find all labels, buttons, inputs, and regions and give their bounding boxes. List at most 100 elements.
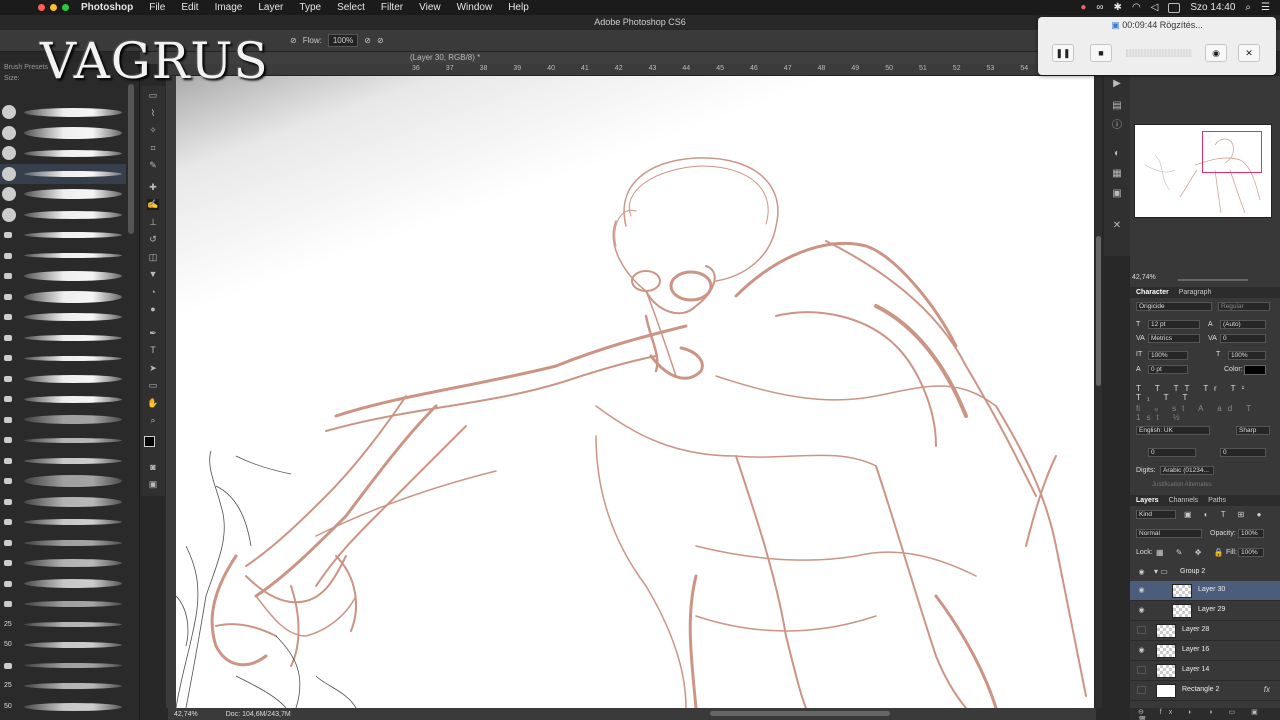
tab-channels[interactable]: Channels xyxy=(1169,497,1199,504)
pen-tool-icon[interactable]: ✒ xyxy=(147,328,159,339)
layer-row[interactable]: Rectangle 2 fx xyxy=(1130,681,1280,701)
document-canvas[interactable] xyxy=(176,76,1094,708)
visibility-eye-icon[interactable]: ◉ xyxy=(1137,646,1146,654)
layer-thumbnail[interactable] xyxy=(1156,624,1176,638)
tool-presets-icon[interactable]: ✕ xyxy=(1111,220,1123,232)
font-size-field[interactable]: 12 pt xyxy=(1148,320,1200,329)
navigator-view-box[interactable] xyxy=(1202,131,1262,173)
zoom-window-icon[interactable] xyxy=(62,4,69,11)
pressure-icon[interactable]: ⊘ xyxy=(364,36,371,45)
hand-tool-icon[interactable]: ✋ xyxy=(147,398,159,409)
layer-name[interactable]: Layer 30 xyxy=(1198,586,1225,593)
brush-preset[interactable] xyxy=(0,574,126,594)
brush-preset[interactable] xyxy=(0,143,126,163)
brush-preset[interactable] xyxy=(0,123,126,143)
brush-preset[interactable] xyxy=(0,307,126,327)
window-controls[interactable] xyxy=(38,4,69,11)
blur-tool-icon[interactable]: ◔ xyxy=(147,287,159,298)
history-brush-tool-icon[interactable]: ↺ xyxy=(147,234,159,245)
text-color-swatch[interactable] xyxy=(1244,365,1266,375)
brush-preset[interactable] xyxy=(0,163,126,184)
brush-preset[interactable] xyxy=(0,184,126,204)
brush-preset[interactable]: 25 xyxy=(0,676,126,696)
crop-tool-icon[interactable]: ⌗ xyxy=(147,143,159,154)
layer-name[interactable]: Layer 28 xyxy=(1182,626,1209,633)
opentype-buttons[interactable]: ﬁ ℴ st A ad T 1st ½ xyxy=(1136,404,1272,422)
shape-tool-icon[interactable]: ▭ xyxy=(147,380,159,391)
brush-preset[interactable] xyxy=(0,389,126,409)
menu-type[interactable]: Type xyxy=(299,2,321,13)
layer-name[interactable]: Rectangle 2 xyxy=(1182,686,1219,693)
bluetooth-icon[interactable]: ✱ xyxy=(1114,2,1122,13)
brush-preset[interactable] xyxy=(0,287,126,307)
spotlight-search-icon[interactable]: ⌕ xyxy=(1245,2,1251,13)
layer-row[interactable]: ◉ Layer 16 xyxy=(1130,641,1280,661)
brush-preset[interactable] xyxy=(0,266,126,286)
quick-select-tool-icon[interactable]: ✧ xyxy=(147,125,159,136)
webcam-button[interactable]: ◉ xyxy=(1205,44,1227,62)
folder-icon[interactable]: ▾ ▭ xyxy=(1154,567,1168,576)
visibility-eye-icon[interactable]: ◉ xyxy=(1137,586,1146,594)
brush-preset[interactable]: 50 xyxy=(0,697,126,717)
styles-icon[interactable]: ▣ xyxy=(1111,188,1123,200)
lock-buttons[interactable]: ▦ ✎ ✥ 🔒 xyxy=(1156,548,1229,557)
layer-thumbnail[interactable] xyxy=(1172,604,1192,618)
justification-alternates[interactable]: Justification Alternates xyxy=(1152,482,1212,488)
brush-tool-icon[interactable]: ✍ xyxy=(147,199,159,210)
vertical-scale-field[interactable]: 100% xyxy=(1148,351,1188,360)
brush-preset[interactable] xyxy=(0,492,126,512)
foreground-color-swatch[interactable] xyxy=(144,436,155,447)
layer-filter-select[interactable]: Kind xyxy=(1136,510,1176,519)
swatches-icon[interactable]: ▦ xyxy=(1111,168,1123,180)
navigator-preview[interactable] xyxy=(1134,124,1272,218)
eraser-tool-icon[interactable]: ◫ xyxy=(147,252,159,263)
baseline-field[interactable]: 0 pt xyxy=(1148,365,1188,374)
close-window-icon[interactable] xyxy=(38,4,45,11)
antialias-select[interactable]: Sharp xyxy=(1236,426,1270,435)
vertical-scrollbar[interactable] xyxy=(1095,76,1102,708)
play-action-icon[interactable]: ▶ xyxy=(1111,78,1123,90)
visibility-eye-icon[interactable]: ◉ xyxy=(1137,568,1146,576)
visibility-eye-icon[interactable]: ◉ xyxy=(1137,606,1146,614)
minimize-window-icon[interactable] xyxy=(50,4,57,11)
brush-preset[interactable] xyxy=(0,369,126,389)
brush-preset[interactable] xyxy=(0,328,126,348)
visibility-eye-icon[interactable] xyxy=(1137,686,1146,694)
blend-mode-select[interactable]: Normal xyxy=(1136,529,1202,538)
layer-filter-icons[interactable]: ▣ ◐ T ⊞ ● xyxy=(1184,510,1266,519)
menu-layer[interactable]: Layer xyxy=(258,2,283,13)
type-style-buttons[interactable]: T T TT Tr T¹ T₁ T T xyxy=(1136,384,1272,402)
font-style-select[interactable]: Regular xyxy=(1218,302,1270,311)
layer-thumbnail[interactable] xyxy=(1156,684,1176,698)
character-field-1[interactable]: 0 xyxy=(1148,448,1196,457)
tab-layers[interactable]: Layers xyxy=(1136,497,1159,504)
navigator-zoom-slider[interactable] xyxy=(1178,279,1248,281)
character-field-2[interactable]: 0 xyxy=(1220,448,1266,457)
tab-paths[interactable]: Paths xyxy=(1208,497,1226,504)
brush-preset[interactable]: 25 xyxy=(0,615,126,635)
clone-stamp-tool-icon[interactable]: ⊥ xyxy=(147,217,159,228)
layer-name[interactable]: Group 2 xyxy=(1180,568,1205,575)
brush-preset[interactable] xyxy=(0,102,126,122)
layer-thumbnail[interactable] xyxy=(1172,584,1192,598)
dodge-tool-icon[interactable]: ● xyxy=(147,304,159,315)
menu-help[interactable]: Help xyxy=(508,2,529,13)
volume-icon[interactable]: ◁ xyxy=(1151,2,1159,13)
menu-image[interactable]: Image xyxy=(215,2,243,13)
status-zoom[interactable]: 42,74% xyxy=(174,711,198,718)
brush-preset[interactable] xyxy=(0,430,126,450)
layer-row[interactable]: ◉ Layer 30 xyxy=(1130,581,1280,601)
layer-group-row[interactable]: ◉ ▾ ▭ Group 2 xyxy=(1130,563,1280,583)
pause-button[interactable]: ❚❚ xyxy=(1052,44,1074,62)
layer-row[interactable]: Layer 28 xyxy=(1130,621,1280,641)
zoom-tool-icon[interactable]: ⌕ xyxy=(147,415,159,426)
close-recorder-button[interactable]: ✕ xyxy=(1238,44,1260,62)
layer-row[interactable]: Layer 14 xyxy=(1130,661,1280,681)
menu-app-name[interactable]: Photoshop xyxy=(81,2,133,13)
notification-center-icon[interactable]: ☰ xyxy=(1261,2,1270,13)
brush-preset[interactable] xyxy=(0,512,126,532)
adjustments-icon[interactable]: ▤ xyxy=(1111,100,1123,112)
brush-panel-scrollbar[interactable] xyxy=(128,84,134,234)
eyedropper-tool-icon[interactable]: ✎ xyxy=(147,160,159,171)
record-status-icon[interactable]: ● xyxy=(1080,2,1086,13)
